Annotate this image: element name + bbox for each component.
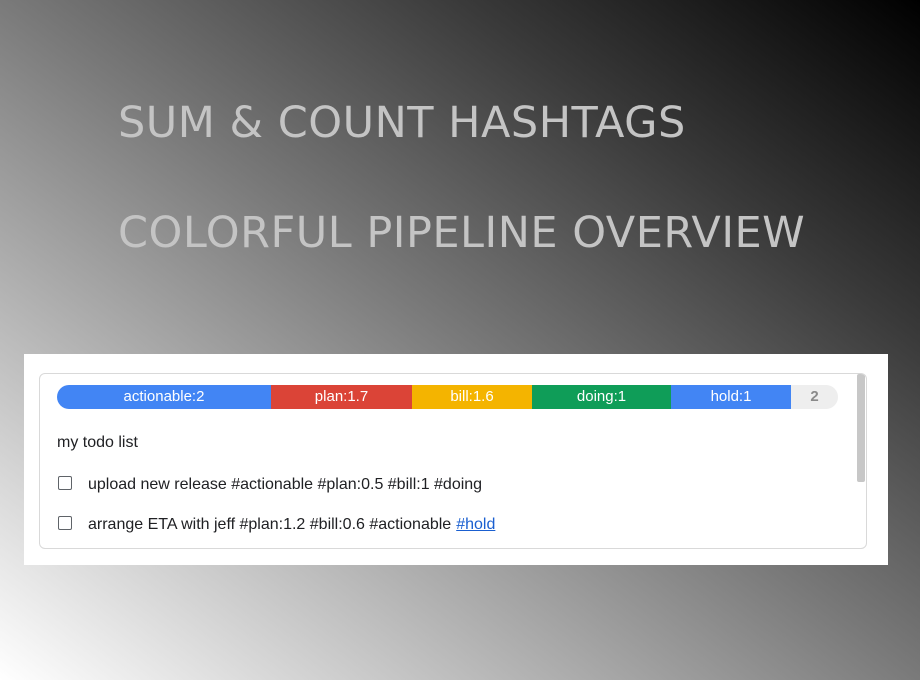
headline-pipeline-overview: COLORFUL PIPELINE OVERVIEW (118, 208, 806, 258)
pipeline-count-badge: 2 (791, 385, 838, 409)
pipeline-segment-actionable[interactable]: actionable:2 (57, 385, 271, 409)
pipeline-segment-hold[interactable]: hold:1 (671, 385, 791, 409)
headline-sum-count: SUM & COUNT HASHTAGS (118, 98, 686, 148)
hashtag-link-hold[interactable]: #hold (456, 516, 495, 534)
list-title: my todo list (57, 434, 138, 451)
task-checkbox[interactable] (58, 476, 72, 490)
task-text[interactable]: upload new release #actionable #plan:0.5… (88, 476, 482, 494)
pipeline-segment-plan[interactable]: plan:1.7 (271, 385, 412, 409)
pipeline-segment-doing[interactable]: doing:1 (532, 385, 671, 409)
pipeline-bar: actionable:2 plan:1.7 bill:1.6 doing:1 h… (57, 385, 838, 409)
scrollbar[interactable] (857, 374, 865, 482)
task-checkbox[interactable] (58, 516, 72, 530)
task-text[interactable]: arrange ETA with jeff #plan:1.2 #bill:0.… (88, 516, 451, 534)
list-item: upload new release #actionable #plan:0.5… (58, 474, 482, 496)
screenshot-frame: actionable:2 plan:1.7 bill:1.6 doing:1 h… (24, 354, 888, 565)
todo-card: actionable:2 plan:1.7 bill:1.6 doing:1 h… (39, 373, 867, 549)
list-item: arrange ETA with jeff #plan:1.2 #bill:0.… (58, 514, 495, 536)
pipeline-segment-bill[interactable]: bill:1.6 (412, 385, 532, 409)
